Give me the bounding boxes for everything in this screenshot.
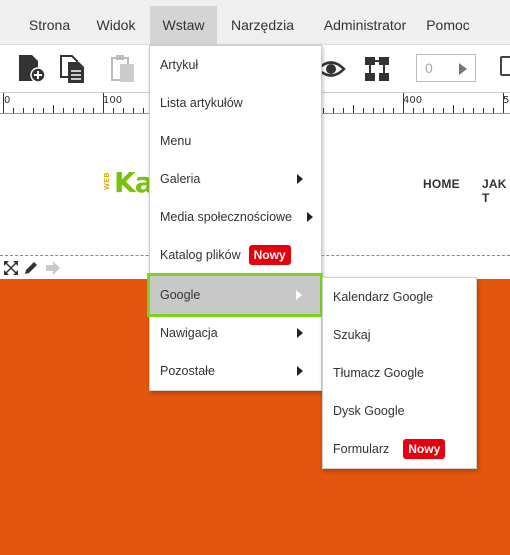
ruler-tick xyxy=(63,108,64,113)
menu-pomoc[interactable]: Pomoc xyxy=(420,6,476,45)
ruler-label-0: 0 xyxy=(4,95,11,106)
ruler-tick xyxy=(493,108,494,113)
dd-item-media-spolecznosciowe[interactable]: Media społecznościowe xyxy=(150,198,321,236)
ruler-tick xyxy=(73,108,74,113)
site-nav-home[interactable]: HOME xyxy=(423,177,460,191)
sub-label: Szukaj xyxy=(333,328,371,342)
ruler-tick xyxy=(383,108,384,113)
ruler-tick xyxy=(103,93,104,113)
sub-item-kalendarz-google[interactable]: Kalendarz Google xyxy=(323,278,476,316)
sub-item-tlumacz-google[interactable]: Tłumacz Google xyxy=(323,354,476,392)
menu-bar: Strona Widok Wstaw Narzędzia Administrat… xyxy=(0,0,510,45)
chevron-right-icon xyxy=(307,212,313,222)
ruler-label-400: 400 xyxy=(403,95,423,106)
sub-label: Formularz xyxy=(333,442,390,456)
ruler-tick xyxy=(343,108,344,113)
dd-item-google[interactable]: Google xyxy=(147,273,323,317)
menu-strona[interactable]: Strona xyxy=(19,6,80,45)
sub-label: Dysk Google xyxy=(333,404,405,418)
menu-administrator[interactable]: Administrator xyxy=(312,6,418,45)
ruler-tick xyxy=(93,108,94,113)
dd-item-katalog-plikow[interactable]: Katalog plików Nowy xyxy=(150,236,321,274)
ruler-tick xyxy=(363,108,364,113)
next-arrow-icon[interactable] xyxy=(459,63,467,75)
ruler-tick xyxy=(133,108,134,113)
menu-wstaw[interactable]: Wstaw xyxy=(150,6,217,45)
sub-item-dysk-google[interactable]: Dysk Google xyxy=(323,392,476,430)
copy-page-icon[interactable] xyxy=(58,53,88,85)
chevron-right-icon xyxy=(297,328,303,338)
dd-item-galeria[interactable]: Galeria xyxy=(150,160,321,198)
dd-item-nawigacja[interactable]: Nawigacja xyxy=(150,314,321,352)
page-number-input[interactable]: 0 xyxy=(416,54,476,82)
chevron-right-icon xyxy=(296,290,302,300)
ruler-tick xyxy=(403,93,404,113)
ruler-tick xyxy=(143,108,144,113)
ruler-tick xyxy=(83,108,84,113)
dd-label: Menu xyxy=(160,134,192,148)
ruler-tick xyxy=(13,108,14,113)
google-submenu: Kalendarz Google Szukaj Tłumacz Google D… xyxy=(322,277,477,469)
ruler-tick xyxy=(113,108,114,113)
site-logo: WEB Kar xyxy=(104,166,166,199)
ruler-label-500: 500 xyxy=(503,95,510,106)
ruler-tick xyxy=(453,105,454,113)
new-page-icon[interactable] xyxy=(16,53,46,85)
dd-label: Media społecznościowe xyxy=(160,210,293,224)
ruler-tick xyxy=(323,108,324,113)
wstaw-dropdown-menu: Artykuł Lista artykułów Menu Galeria Med… xyxy=(147,45,323,391)
ruler-tick xyxy=(393,108,394,113)
ruler-tick xyxy=(123,108,124,113)
ruler-tick xyxy=(333,108,334,113)
sitemap-icon[interactable] xyxy=(362,53,392,85)
dd-label: Nawigacja xyxy=(160,326,218,340)
ruler-tick xyxy=(423,108,424,113)
dd-label: Google xyxy=(160,288,201,302)
dd-item-lista-artykulow[interactable]: Lista artykułów xyxy=(150,84,321,122)
ruler-tick xyxy=(3,93,4,113)
ruler-tick xyxy=(443,108,444,113)
chevron-right-icon xyxy=(297,366,303,376)
ruler-tick xyxy=(23,108,24,113)
ruler-tick xyxy=(353,105,354,113)
dd-label: Katalog plików xyxy=(160,248,241,262)
logo-web-text: WEB xyxy=(104,172,111,190)
menu-widok[interactable]: Widok xyxy=(88,6,144,45)
sub-label: Tłumacz Google xyxy=(333,366,425,380)
window-icon[interactable] xyxy=(500,56,510,76)
ruler-tick xyxy=(43,108,44,113)
chevron-right-icon xyxy=(297,174,303,184)
sub-item-szukaj[interactable]: Szukaj xyxy=(323,316,476,354)
menu-narzedzia[interactable]: Narzędzia xyxy=(224,6,301,45)
dd-item-menu[interactable]: Menu xyxy=(150,122,321,160)
dd-label: Artykuł xyxy=(160,58,199,72)
ruler-tick xyxy=(413,108,414,113)
ruler-tick xyxy=(483,108,484,113)
ruler-label-100: 100 xyxy=(103,95,123,106)
page-number-value: 0 xyxy=(425,60,433,76)
site-nav-jak[interactable]: JAK T xyxy=(482,177,510,205)
new-badge: Nowy xyxy=(248,244,291,265)
dd-item-artykul[interactable]: Artykuł xyxy=(150,46,321,84)
dd-label: Pozostałe xyxy=(160,364,215,378)
expand-icon[interactable] xyxy=(3,260,19,276)
ruler-tick xyxy=(503,93,504,113)
ruler-tick xyxy=(33,108,34,113)
dd-label: Lista artykułów xyxy=(160,96,243,110)
sub-label: Kalendarz Google xyxy=(333,290,434,304)
pencil-icon[interactable] xyxy=(23,260,39,276)
ruler-tick xyxy=(463,108,464,113)
ruler-tick xyxy=(473,108,474,113)
dd-item-pozostale[interactable]: Pozostałe xyxy=(150,352,321,390)
paste-icon[interactable] xyxy=(108,53,138,85)
ruler-tick xyxy=(53,105,54,113)
ruler-tick xyxy=(433,108,434,113)
new-badge: Nowy xyxy=(403,438,446,459)
sub-item-formularz[interactable]: Formularz Nowy xyxy=(323,430,476,468)
dd-label: Galeria xyxy=(160,172,201,186)
arrow-right-icon[interactable] xyxy=(45,260,61,276)
ruler-tick xyxy=(373,108,374,113)
